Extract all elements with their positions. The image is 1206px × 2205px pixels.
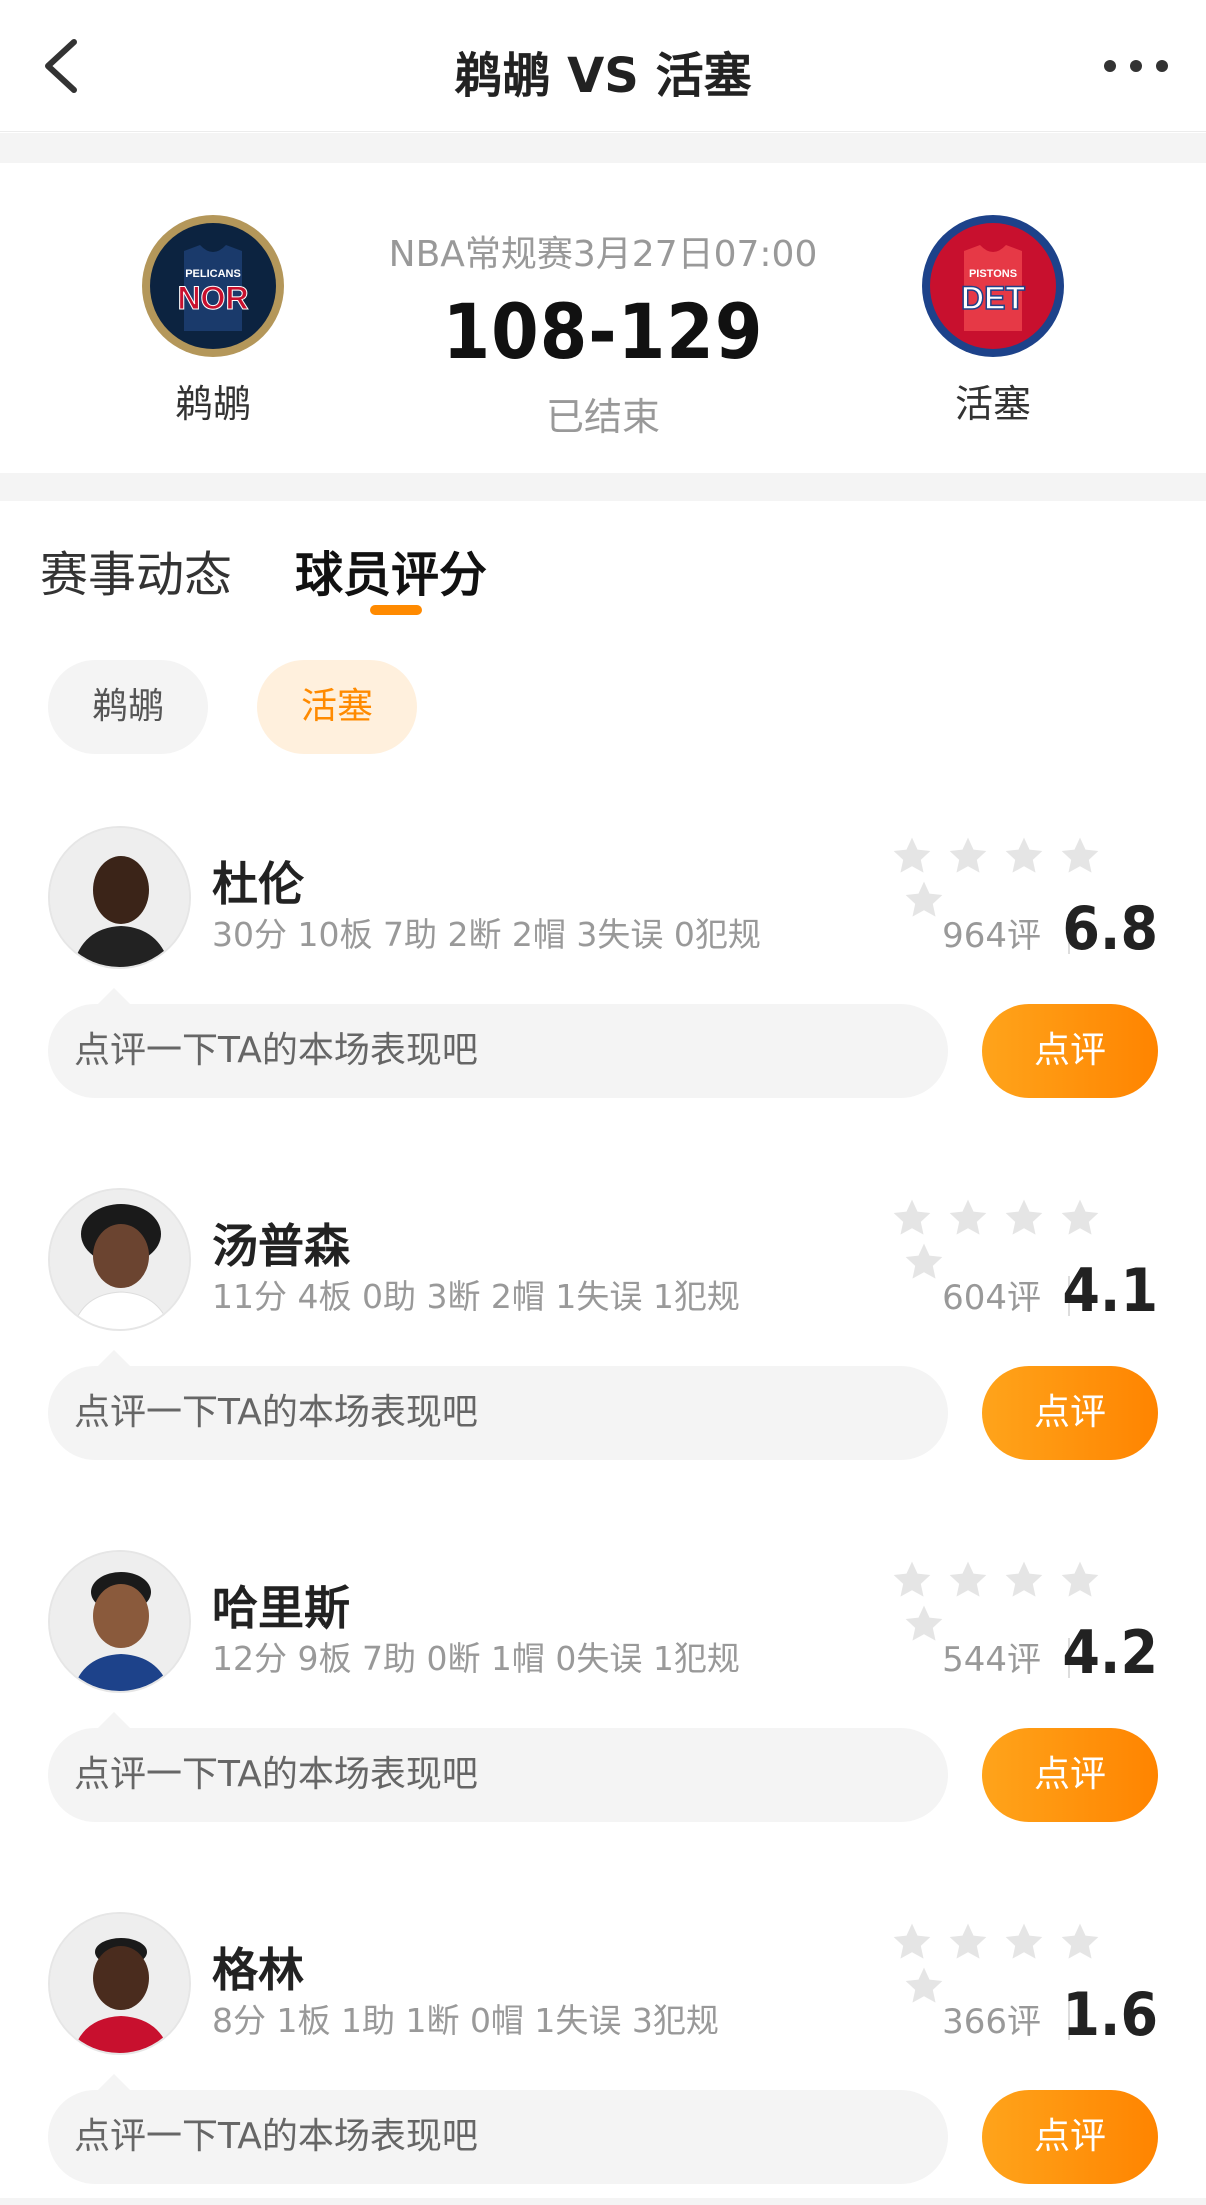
more-options-icon[interactable]	[1096, 38, 1176, 94]
filter-chip-away[interactable]: 活塞	[257, 660, 417, 754]
player-avatar[interactable]	[48, 1188, 191, 1331]
star-icon[interactable]	[1058, 834, 1102, 878]
player-stats: 8分 1板 1助 1断 0帽 1失误 3犯规	[212, 2001, 719, 2040]
rating-count: 604评	[942, 1278, 1041, 1318]
away-team-name: 活塞	[954, 382, 1031, 426]
player-stats: 30分 10板 7助 2断 2帽 3失误 0犯规	[212, 915, 761, 954]
star-icon[interactable]	[946, 1920, 990, 1964]
page-title: 鹈鹕 VS 活塞	[454, 48, 752, 104]
star-icon[interactable]	[1002, 1920, 1046, 1964]
final-score: 108-129	[442, 287, 764, 376]
game-status: 已结束	[545, 395, 660, 439]
star-rating[interactable]	[890, 1558, 1156, 1641]
star-rating[interactable]	[890, 1920, 1156, 2003]
match-info: NBA常规赛3月27日07:00 108-129 已结束	[330, 225, 876, 441]
comment-input[interactable]: 点评一下TA的本场表现吧	[48, 1728, 948, 1822]
rating-score: 4.1	[1062, 1256, 1158, 1326]
away-logo-abbr: DET	[961, 280, 1025, 316]
game-meta: NBA常规赛3月27日07:00	[388, 234, 818, 275]
rating-count: 366评	[942, 2002, 1041, 2042]
rating-score: 4.2	[1062, 1618, 1158, 1688]
star-icon[interactable]	[890, 1558, 934, 1602]
star-icon[interactable]	[1058, 1920, 1102, 1964]
star-rating[interactable]	[890, 834, 1156, 917]
player-avatar[interactable]	[48, 1912, 191, 2055]
rate-button[interactable]: 点评	[982, 1366, 1158, 1460]
star-icon[interactable]	[902, 1964, 946, 2008]
star-icon[interactable]	[902, 1240, 946, 1284]
star-icon[interactable]	[890, 834, 934, 878]
player-card: 哈里斯 12分 9板 7助 0断 1帽 0失误 1犯规 544评 4.2 点评一…	[0, 1550, 1206, 1912]
player-stats: 12分 9板 7助 0断 1帽 0失误 1犯规	[212, 1639, 740, 1678]
tab-player-ratings[interactable]: 球员评分	[295, 535, 487, 605]
pistons-logo-icon: PISTONS DET	[922, 215, 1064, 357]
star-icon[interactable]	[1058, 1196, 1102, 1240]
player-stats: 11分 4板 0助 3断 2帽 1失误 1犯规	[212, 1277, 740, 1316]
player-name: 汤普森	[212, 1219, 350, 1273]
star-icon[interactable]	[1002, 1558, 1046, 1602]
star-icon[interactable]	[902, 878, 946, 922]
rate-button[interactable]: 点评	[982, 2090, 1158, 2184]
tab-game-updates[interactable]: 赛事动态	[40, 535, 232, 605]
rate-button[interactable]: 点评	[982, 1004, 1158, 1098]
star-icon[interactable]	[890, 1196, 934, 1240]
away-team[interactable]: PISTONS DET 活塞	[883, 213, 1103, 428]
away-logo-caption: PISTONS	[969, 268, 1017, 280]
tab-bar: 赛事动态 球员评分	[0, 501, 1206, 631]
rating-count: 544评	[942, 1640, 1041, 1680]
player-card: 格林 8分 1板 1助 1断 0帽 1失误 3犯规 366评 1.6 点评一下T…	[0, 1912, 1206, 2205]
comment-input[interactable]: 点评一下TA的本场表现吧	[48, 2090, 948, 2184]
star-icon[interactable]	[1058, 1558, 1102, 1602]
home-logo-caption: PELICANS	[185, 268, 241, 280]
comment-input[interactable]: 点评一下TA的本场表现吧	[48, 1004, 948, 1098]
rating-score: 1.6	[1062, 1980, 1158, 2050]
section-divider	[0, 473, 1206, 501]
player-card: 汤普森 11分 4板 0助 3断 2帽 1失误 1犯规 604评 4.1 点评一…	[0, 1188, 1206, 1550]
player-name: 哈里斯	[212, 1581, 350, 1635]
star-icon[interactable]	[902, 1602, 946, 1646]
section-divider	[0, 133, 1206, 163]
player-avatar[interactable]	[48, 826, 191, 969]
star-rating[interactable]	[890, 1196, 1156, 1279]
bottom-divider	[0, 2198, 1206, 2205]
active-tab-indicator	[370, 605, 422, 615]
home-team-name: 鹈鹕	[174, 382, 251, 426]
player-card: 杜伦 30分 10板 7助 2断 2帽 3失误 0犯规 964评 6.8 点评一…	[0, 826, 1206, 1188]
match-header: PELICANS NOR 鹈鹕 NBA常规赛3月27日07:00 108-129…	[0, 163, 1206, 473]
home-logo-abbr: NOR	[177, 280, 248, 316]
pelicans-logo-icon: PELICANS NOR	[142, 215, 284, 357]
star-icon[interactable]	[1002, 1196, 1046, 1240]
player-avatar[interactable]	[48, 1550, 191, 1693]
star-icon[interactable]	[1002, 834, 1046, 878]
top-nav-bar: 鹈鹕 VS 活塞	[0, 0, 1206, 132]
comment-input[interactable]: 点评一下TA的本场表现吧	[48, 1366, 948, 1460]
star-icon[interactable]	[946, 1196, 990, 1240]
rating-count: 964评	[942, 916, 1041, 956]
star-icon[interactable]	[946, 1558, 990, 1602]
home-team[interactable]: PELICANS NOR 鹈鹕	[103, 213, 323, 428]
filter-chip-home[interactable]: 鹈鹕	[48, 660, 208, 754]
star-icon[interactable]	[890, 1920, 934, 1964]
rating-score: 6.8	[1062, 894, 1158, 964]
rate-button[interactable]: 点评	[982, 1728, 1158, 1822]
player-name: 杜伦	[212, 857, 304, 911]
star-icon[interactable]	[946, 834, 990, 878]
player-name: 格林	[212, 1943, 304, 1997]
